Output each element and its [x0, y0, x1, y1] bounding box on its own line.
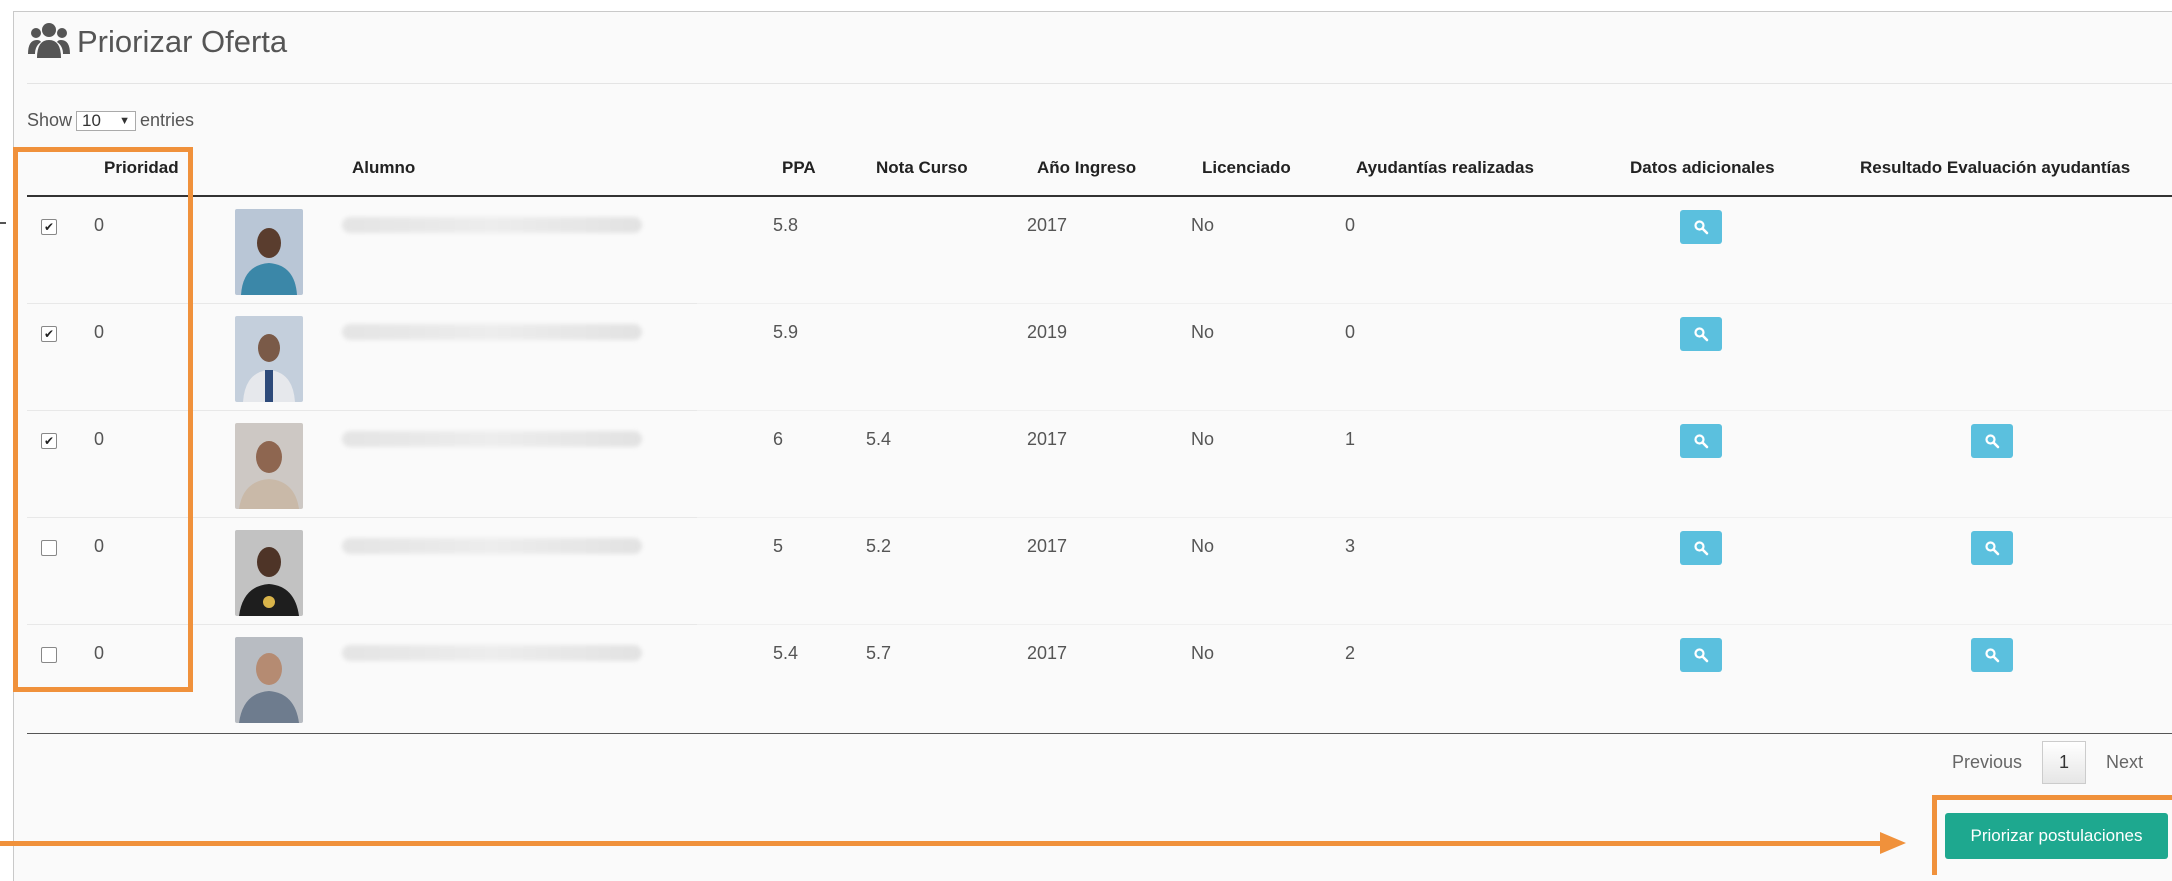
page-header: Priorizar Oferta: [27, 17, 287, 67]
column-header-ayudantias[interactable]: Ayudantías realizadas: [1356, 158, 1534, 178]
search-icon: [1694, 220, 1709, 235]
resultado-evaluacion-button[interactable]: [1971, 424, 2013, 458]
datos-adicionales-button[interactable]: [1680, 638, 1722, 672]
student-photo: [235, 209, 303, 295]
search-icon: [1985, 648, 2000, 663]
datos-adicionales-button[interactable]: [1680, 424, 1722, 458]
entries-length-control: Show 10 ▼ entries: [27, 110, 194, 131]
highlight-priorizar-button: [1932, 795, 2172, 875]
cell-ppa: 5: [773, 536, 784, 556]
student-photo: [235, 316, 303, 402]
entries-select-value: 10: [82, 110, 101, 130]
cell-ppa: 5.9: [773, 322, 799, 342]
resultado-evaluacion-button[interactable]: [1971, 638, 2013, 672]
left-edge-tick: [0, 222, 6, 224]
entries-label: entries: [140, 110, 195, 130]
header-divider: [27, 83, 2172, 84]
cell-ano-ingreso: 2017: [1027, 215, 1068, 235]
table-row: 0 5 5.2 2017 No 3: [27, 518, 2172, 625]
table-footer-rule: [27, 733, 2172, 734]
page-title: Priorizar Oferta: [77, 24, 288, 59]
cell-ppa: 6: [773, 429, 784, 449]
entries-select[interactable]: 10 ▼: [76, 110, 137, 131]
column-header-datos-adicionales[interactable]: Datos adicionales: [1630, 158, 1775, 178]
cell-licenciado: No: [1191, 215, 1215, 235]
column-header-ppa[interactable]: PPA: [782, 158, 816, 178]
cell-licenciado: No: [1191, 536, 1215, 556]
student-photo: [235, 530, 303, 616]
search-icon: [1694, 648, 1709, 663]
search-icon: [1694, 327, 1709, 342]
cell-nota-curso: 5.7: [866, 643, 892, 663]
pagination-previous[interactable]: Previous: [1940, 742, 2034, 783]
annotation-arrow-line: [0, 841, 1880, 846]
cell-licenciado: No: [1191, 429, 1215, 449]
column-header-licenciado[interactable]: Licenciado: [1202, 158, 1291, 178]
table-row: ✔ 0 6 5.4 2017 No 1: [27, 411, 2172, 518]
resultado-evaluacion-button[interactable]: [1971, 531, 2013, 565]
cell-ayudantias: 3: [1345, 536, 1356, 556]
student-name-redacted: [342, 645, 642, 661]
datos-adicionales-button[interactable]: [1680, 531, 1722, 565]
pagination-next[interactable]: Next: [2094, 742, 2155, 783]
cell-ano-ingreso: 2017: [1027, 429, 1068, 449]
column-header-alumno[interactable]: Alumno: [352, 158, 415, 178]
cell-licenciado: No: [1191, 322, 1215, 342]
cell-ayudantias: 2: [1345, 643, 1356, 663]
student-name-redacted: [342, 538, 642, 554]
show-label: Show: [27, 110, 73, 130]
cell-ppa: 5.8: [773, 215, 799, 235]
table-row: 0 5.4 5.7 2017 No 2: [27, 625, 2172, 732]
cell-licenciado: No: [1191, 643, 1215, 663]
pagination-page[interactable]: 1: [2042, 741, 2087, 784]
column-header-nota-curso[interactable]: Nota Curso: [876, 158, 968, 178]
cell-ppa: 5.4: [773, 643, 799, 663]
search-icon: [1985, 434, 2000, 449]
search-icon: [1694, 541, 1709, 556]
cell-ayudantias: 0: [1345, 322, 1356, 342]
student-name-redacted: [342, 217, 642, 233]
table-row: ✔ 0 5.9 2019 No 0: [27, 304, 2172, 411]
cell-nota-curso: 5.4: [866, 429, 892, 449]
column-header-resultado-evaluacion[interactable]: Resultado Evaluación ayudantías: [1860, 158, 2130, 178]
student-name-redacted: [342, 324, 642, 340]
cell-ano-ingreso: 2019: [1027, 322, 1068, 342]
cell-ayudantias: 0: [1345, 215, 1356, 235]
highlight-prioridad-column: [13, 147, 193, 692]
datos-adicionales-button[interactable]: [1680, 317, 1722, 351]
datos-adicionales-button[interactable]: [1680, 210, 1722, 244]
search-icon: [1694, 434, 1709, 449]
chevron-down-icon: ▼: [119, 114, 131, 127]
column-header-ano-ingreso[interactable]: Año Ingreso: [1037, 158, 1136, 178]
student-photo: [235, 637, 303, 723]
table-row: ✔ 0 5.8 2017 No 0: [27, 197, 2172, 304]
pagination: Previous 1 Next: [1940, 741, 2155, 784]
cell-nota-curso: 5.2: [866, 536, 892, 556]
search-icon: [1985, 541, 2000, 556]
cell-ano-ingreso: 2017: [1027, 643, 1068, 663]
student-name-redacted: [342, 431, 642, 447]
cell-ano-ingreso: 2017: [1027, 536, 1068, 556]
cell-ayudantias: 1: [1345, 429, 1356, 449]
student-photo: [235, 423, 303, 509]
users-icon: [27, 18, 71, 67]
annotation-arrow-head: [1880, 832, 1906, 854]
